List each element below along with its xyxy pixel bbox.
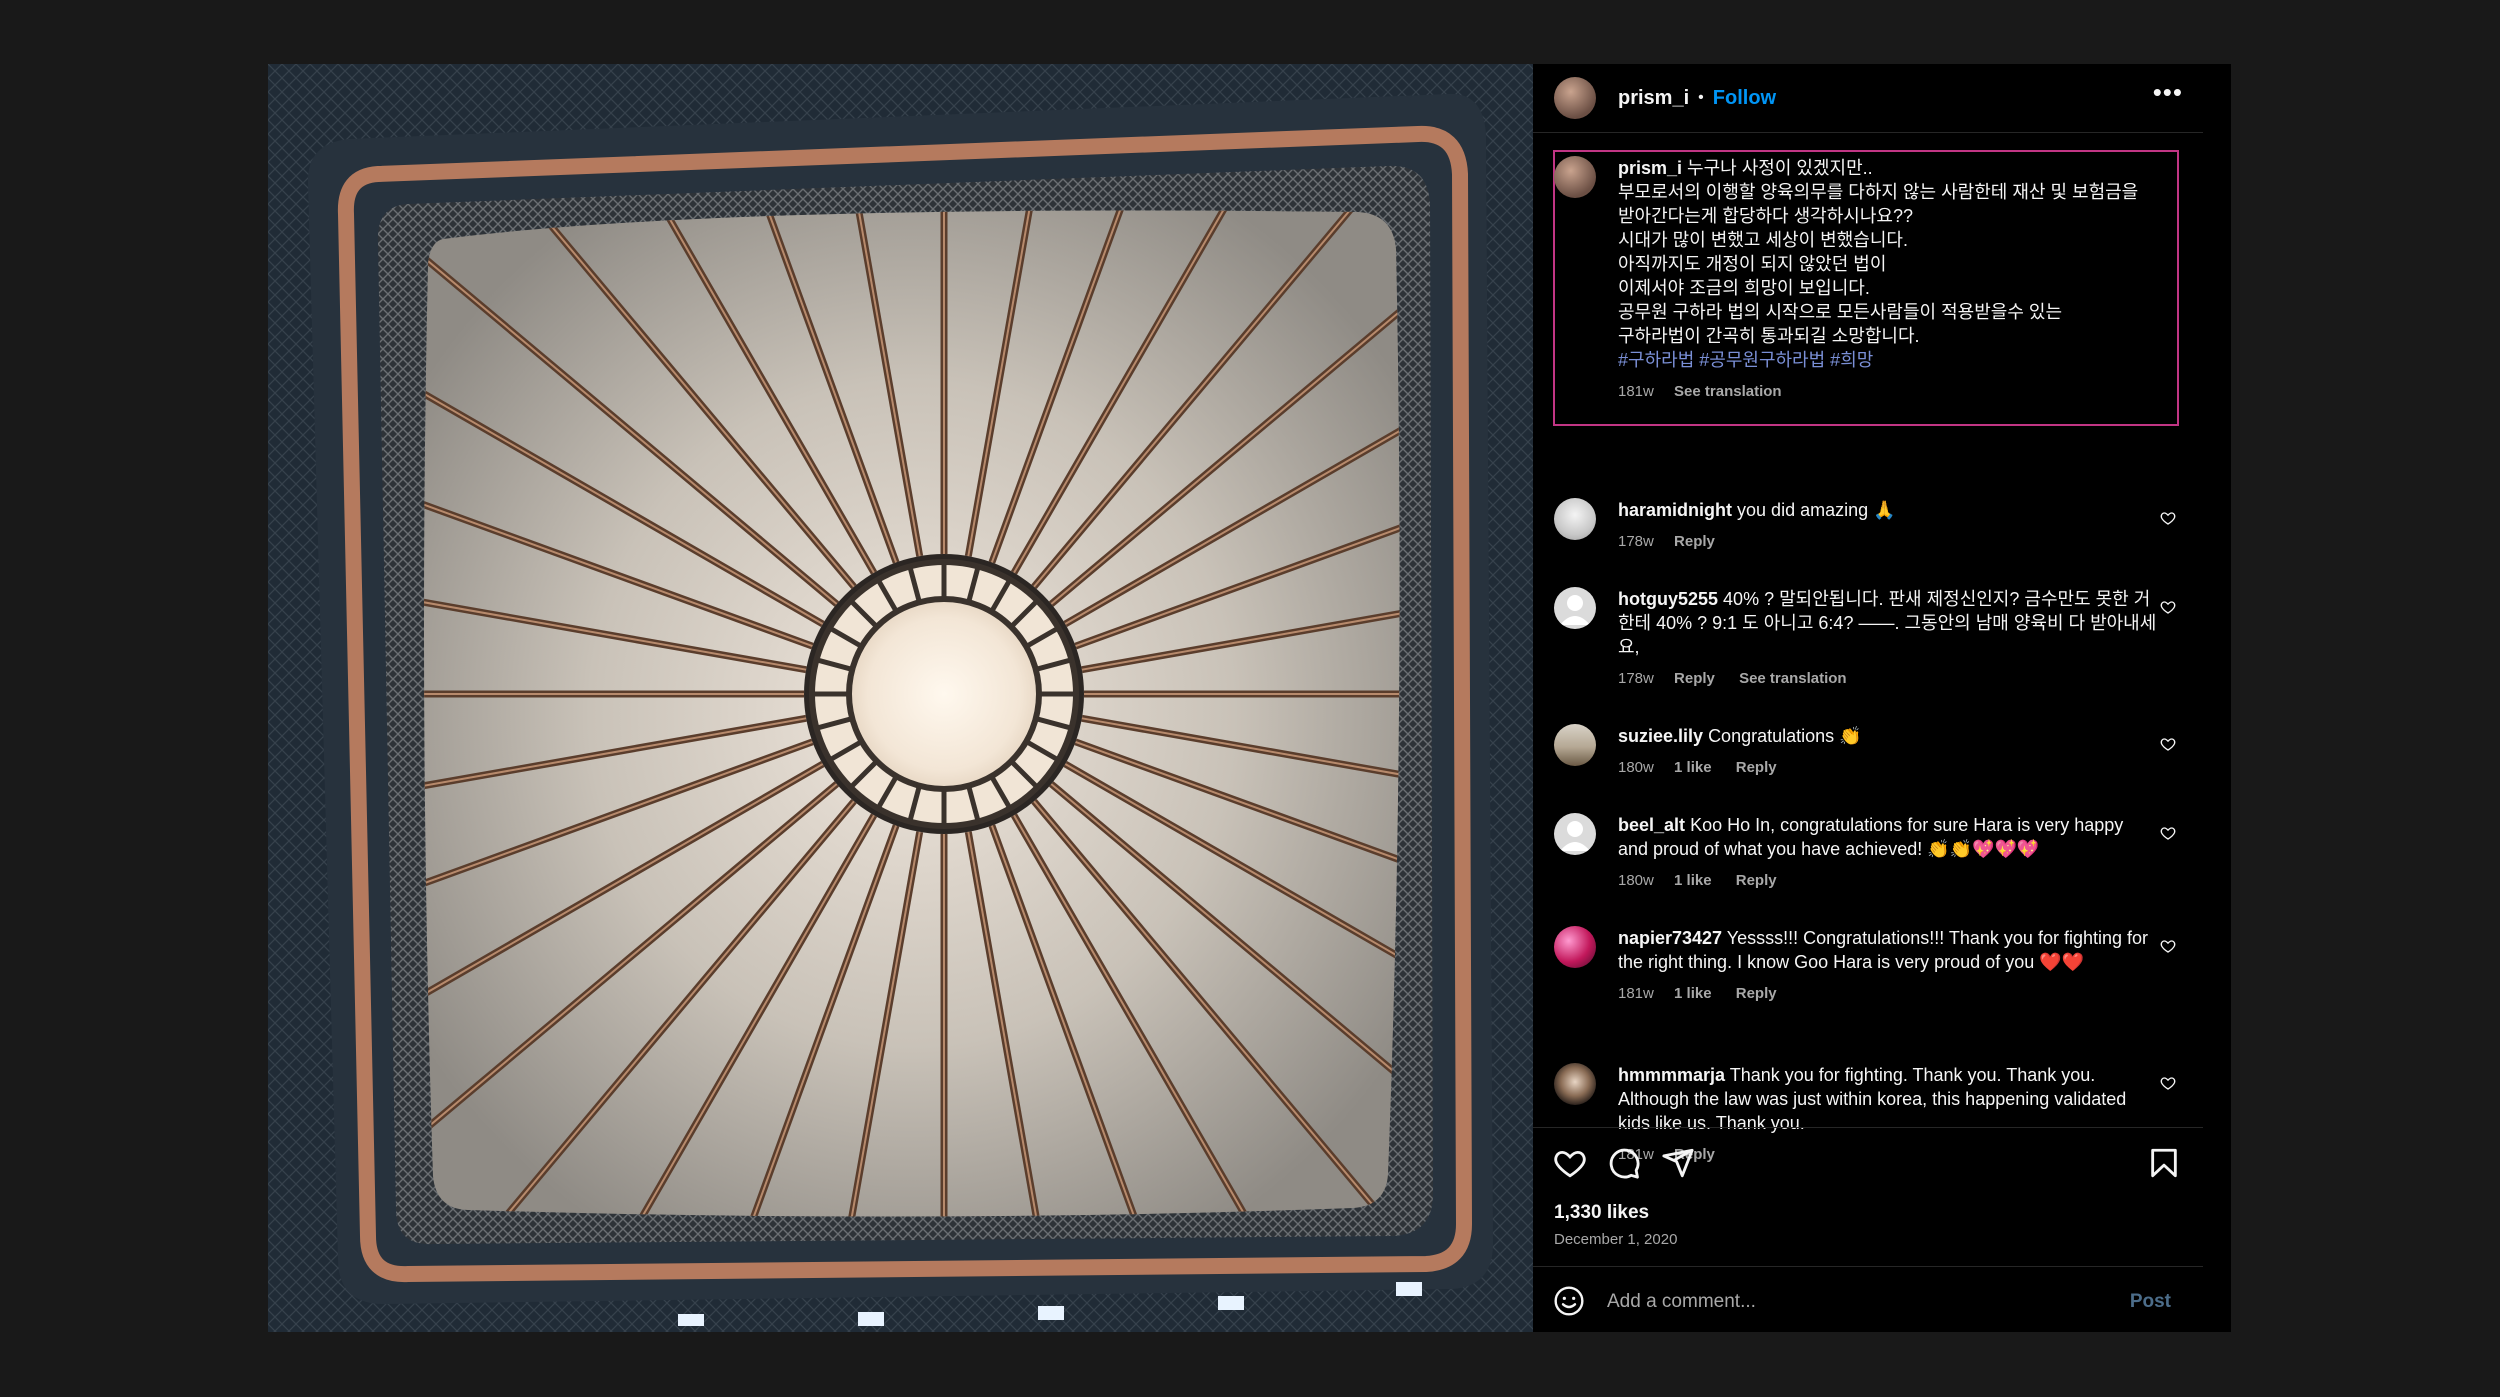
comment-username[interactable]: suziee.lily xyxy=(1618,726,1703,746)
comment-like-count[interactable]: 1 like xyxy=(1674,872,1712,889)
comment-time: 180w xyxy=(1618,759,1654,776)
reply-button[interactable]: Reply xyxy=(1736,985,1777,1002)
comment-like-heart-icon[interactable] xyxy=(2160,736,2176,752)
commenter-avatar[interactable] xyxy=(1554,498,1596,540)
add-comment-bar: Post xyxy=(1533,1266,2203,1333)
commenter-avatar[interactable] xyxy=(1554,1063,1596,1105)
post-date: December 1, 2020 xyxy=(1554,1231,1678,1248)
comment-time: 181w xyxy=(1618,985,1654,1002)
comment-username[interactable]: hotguy5255 xyxy=(1618,589,1718,609)
commenter-avatar-default[interactable] xyxy=(1554,813,1596,855)
reply-button[interactable]: Reply xyxy=(1674,533,1715,550)
comment-username[interactable]: hmmmmarja xyxy=(1618,1065,1725,1085)
comment-like-count[interactable]: 1 like xyxy=(1674,759,1712,776)
bookmark-icon[interactable] xyxy=(2147,1146,2181,1180)
heart-icon[interactable] xyxy=(1553,1146,1587,1180)
comment-text: you did amazing 🙏 xyxy=(1737,500,1896,520)
comment-like-heart-icon[interactable] xyxy=(2160,938,2176,954)
caption-avatar[interactable] xyxy=(1554,156,1596,198)
post-actions xyxy=(1533,1146,2203,1186)
comment-time: 180w xyxy=(1618,872,1654,889)
see-translation-link[interactable]: See translation xyxy=(1739,670,1847,687)
comment-text: Congratulations 👏 xyxy=(1708,726,1862,746)
reply-button[interactable]: Reply xyxy=(1674,670,1715,687)
comment-username[interactable]: beel_alt xyxy=(1618,815,1685,835)
comment-like-heart-icon[interactable] xyxy=(2160,599,2176,615)
comment-username[interactable]: haramidnight xyxy=(1618,500,1732,520)
ceiling-skylight-photo xyxy=(268,64,1533,1332)
comment-input[interactable] xyxy=(1605,1283,2109,1321)
comment-like-count[interactable]: 1 like xyxy=(1674,985,1712,1002)
commenter-avatar[interactable] xyxy=(1554,926,1596,968)
comment-icon[interactable] xyxy=(1607,1146,1641,1180)
reply-button[interactable]: Reply xyxy=(1736,759,1777,776)
commenter-avatar-default[interactable] xyxy=(1554,587,1596,629)
comment-username[interactable]: napier73427 xyxy=(1618,928,1722,948)
commenter-avatar[interactable] xyxy=(1554,724,1596,766)
caption-username[interactable]: prism_i xyxy=(1618,158,1682,178)
instagram-post-modal: prism_i • Follow ••• prism_i 누구나 사정이 있겠지… xyxy=(268,64,2231,1332)
post-image[interactable] xyxy=(268,64,1533,1332)
comment-like-heart-icon[interactable] xyxy=(2160,825,2176,841)
caption-time: 181w xyxy=(1618,383,1654,400)
post-comment-button[interactable]: Post xyxy=(2130,1291,2171,1313)
caption-hashtags[interactable]: #구하라법 #공무원구하라법 #희망 xyxy=(1618,348,2158,372)
comment-time: 178w xyxy=(1618,670,1654,687)
actions-divider xyxy=(1533,1127,2203,1128)
comments-list: prism_i 누구나 사정이 있겠지만.. 부모로서의 이행할 양육의무를 다… xyxy=(1533,64,2203,1332)
reply-button[interactable]: Reply xyxy=(1736,872,1777,889)
comment-time: 178w xyxy=(1618,533,1654,550)
caption-text: 누구나 사정이 있겠지만.. 부모로서의 이행할 양육의무를 다하지 않는 사람… xyxy=(1618,158,2139,346)
post-sidebar: prism_i • Follow ••• prism_i 누구나 사정이 있겠지… xyxy=(1533,64,2231,1332)
comment-like-heart-icon[interactable] xyxy=(2160,510,2176,526)
emoji-icon[interactable] xyxy=(1553,1285,1585,1317)
comment-like-heart-icon[interactable] xyxy=(2160,1075,2176,1091)
likes-count[interactable]: 1,330 likes xyxy=(1554,1202,1649,1224)
comment-text: Koo Ho In, congratulations for sure Hara… xyxy=(1618,815,2124,859)
see-translation-link[interactable]: See translation xyxy=(1674,383,1782,400)
share-icon[interactable] xyxy=(1661,1146,1695,1180)
